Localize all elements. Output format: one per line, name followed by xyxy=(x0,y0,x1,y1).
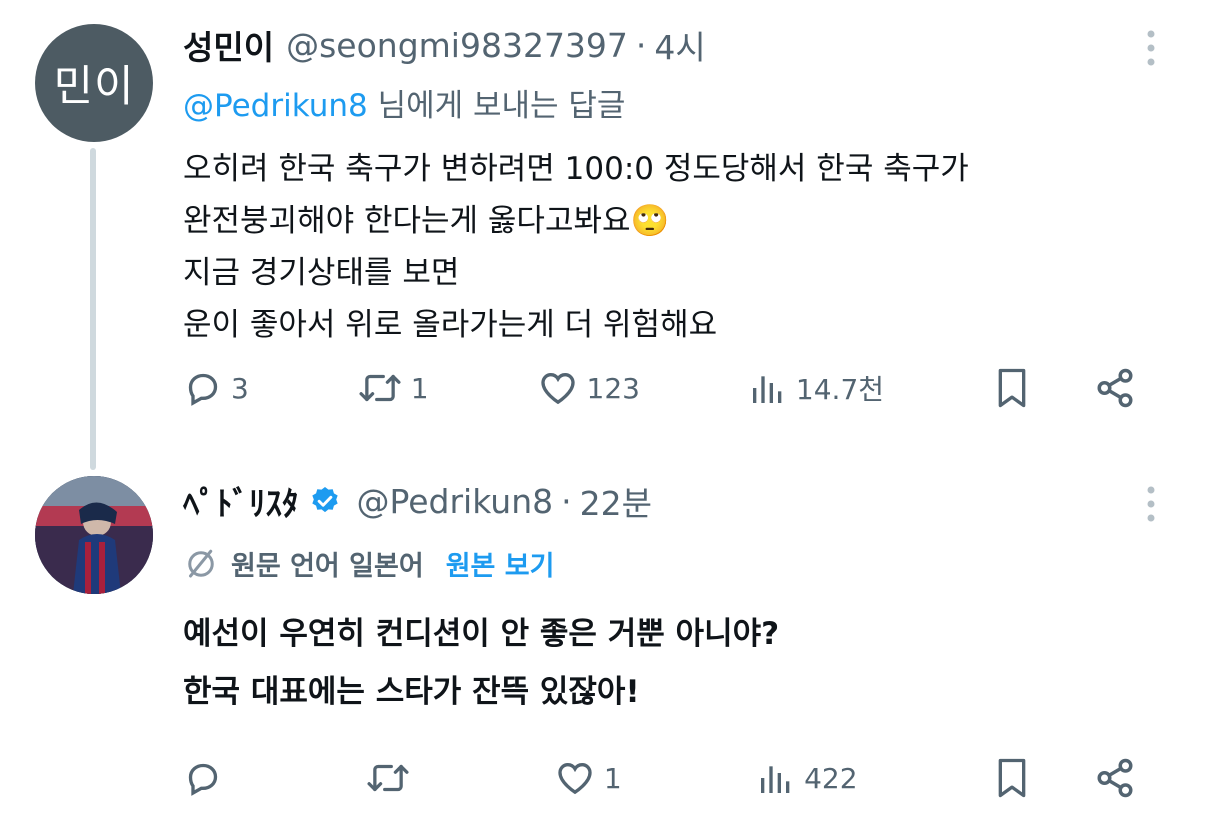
bookmark-icon xyxy=(998,368,1026,408)
separator-dot: · xyxy=(635,25,647,65)
reply-button[interactable] xyxy=(183,758,231,798)
tweet-text-line: 운이 좋아서 위로 올라가는게 더 위험해요 xyxy=(183,307,718,343)
reply-count: 3 xyxy=(231,371,249,405)
more-icon[interactable] xyxy=(1136,28,1166,68)
user-handle[interactable]: @Pedrikun8 xyxy=(357,482,554,521)
tweet-text-line: 예선이 우연히 컨디션이 안 좋은 거뿐 아니야? xyxy=(183,616,780,652)
avatar-photo[interactable] xyxy=(35,476,153,594)
translate-icon xyxy=(188,549,214,577)
like-count: 1 xyxy=(603,761,622,795)
retweet-count: 1 xyxy=(410,371,429,405)
share-icon xyxy=(1097,758,1133,798)
views-button[interactable]: 14.7천 xyxy=(748,368,884,408)
share-icon xyxy=(1097,368,1133,408)
reply-icon xyxy=(188,373,218,406)
bookmark-icon xyxy=(998,758,1026,798)
verified-badge-icon xyxy=(309,485,341,517)
tweet[interactable]: ﾍﾟﾄﾞﾘｽﾀ @Pedrikun8 · 22분 원문 언어 일본어 원본 보기… xyxy=(183,476,1166,721)
avatar-initials: 민이 xyxy=(53,62,135,112)
retweet-icon xyxy=(367,764,409,792)
share-button[interactable] xyxy=(1094,367,1136,409)
reply-context: @Pedrikun8 님에게 보내는 답글 xyxy=(183,80,1166,125)
more-icon[interactable] xyxy=(1136,484,1166,524)
tweet-text-line: 오히려 한국 축구가 변하려면 100:0 정도당해서 한국 축구가 xyxy=(183,151,969,187)
thread-connector-line xyxy=(90,148,96,470)
secondary-actions xyxy=(992,366,1136,410)
retweet-button[interactable]: 1 xyxy=(357,368,429,408)
translation-source-language: 원문 언어 일본어 xyxy=(231,551,424,582)
tweet[interactable]: 성민이 @seongmi98327397 · 4시 @Pedrikun8 님에게… xyxy=(183,20,1166,351)
tweet-actions: 1 422 xyxy=(183,753,1136,803)
views-count: 422 xyxy=(804,761,858,795)
reply-context-text: 님에게 보내는 답글 xyxy=(367,88,626,124)
timestamp[interactable]: 22분 xyxy=(580,477,652,525)
heart-icon xyxy=(558,762,592,795)
tweet-text: 예선이 우연히 컨디션이 안 좋은 거뿐 아니야? 한국 대표에는 스타가 잔뜩… xyxy=(183,605,1166,721)
retweet-button[interactable] xyxy=(365,758,419,798)
secondary-actions xyxy=(992,756,1136,800)
tweet-header: 성민이 @seongmi98327397 · 4시 xyxy=(183,20,1166,70)
retweet-icon xyxy=(359,374,401,402)
tweet-text-line: 지금 경기상태를 보면 xyxy=(183,255,460,291)
views-count: 14.7천 xyxy=(795,373,885,406)
display-name[interactable]: ﾍﾟﾄﾞﾘｽﾀ xyxy=(183,477,299,525)
bookmark-button[interactable] xyxy=(992,366,1032,410)
reply-mention-link[interactable]: @Pedrikun8 xyxy=(183,88,368,124)
tweet-text-line: 한국 대표에는 스타가 잔뜩 있잖아! xyxy=(183,674,640,710)
reply-icon xyxy=(188,763,218,796)
views-icon xyxy=(752,376,782,403)
share-button[interactable] xyxy=(1094,757,1136,799)
tweet-thread: 민이 성민이 @seongmi98327397 · 4시 @Pedrikun8 … xyxy=(0,0,1206,815)
avatar[interactable]: 민이 xyxy=(35,24,153,142)
views-button[interactable]: 422 xyxy=(756,758,858,798)
tweet-header: ﾍﾟﾄﾞﾘｽﾀ @Pedrikun8 · 22분 xyxy=(183,476,1166,526)
tweet-actions: 3 1 123 14.7천 xyxy=(183,363,1136,413)
tweet-text: 오히려 한국 축구가 변하려면 100:0 정도당해서 한국 축구가 완전붕괴해… xyxy=(183,143,1166,351)
like-button[interactable]: 1 xyxy=(554,758,622,798)
display-name[interactable]: 성민이 xyxy=(183,21,274,69)
bookmark-button[interactable] xyxy=(992,756,1032,800)
timestamp[interactable]: 4시 xyxy=(654,21,705,69)
like-button[interactable]: 123 xyxy=(537,368,640,408)
views-icon xyxy=(761,766,790,793)
heart-icon xyxy=(540,372,575,405)
like-count: 123 xyxy=(586,371,640,405)
user-handle[interactable]: @seongmi98327397 xyxy=(286,26,628,65)
reply-button[interactable]: 3 xyxy=(183,368,249,408)
tweet-text-line: 완전붕괴해야 한다는게 옳다고봐요🙄 xyxy=(183,203,670,239)
show-original-link[interactable]: 원본 보기 xyxy=(446,544,555,583)
separator-dot: · xyxy=(561,481,572,521)
translation-info: 원문 언어 일본어 원본 보기 xyxy=(183,544,1166,583)
